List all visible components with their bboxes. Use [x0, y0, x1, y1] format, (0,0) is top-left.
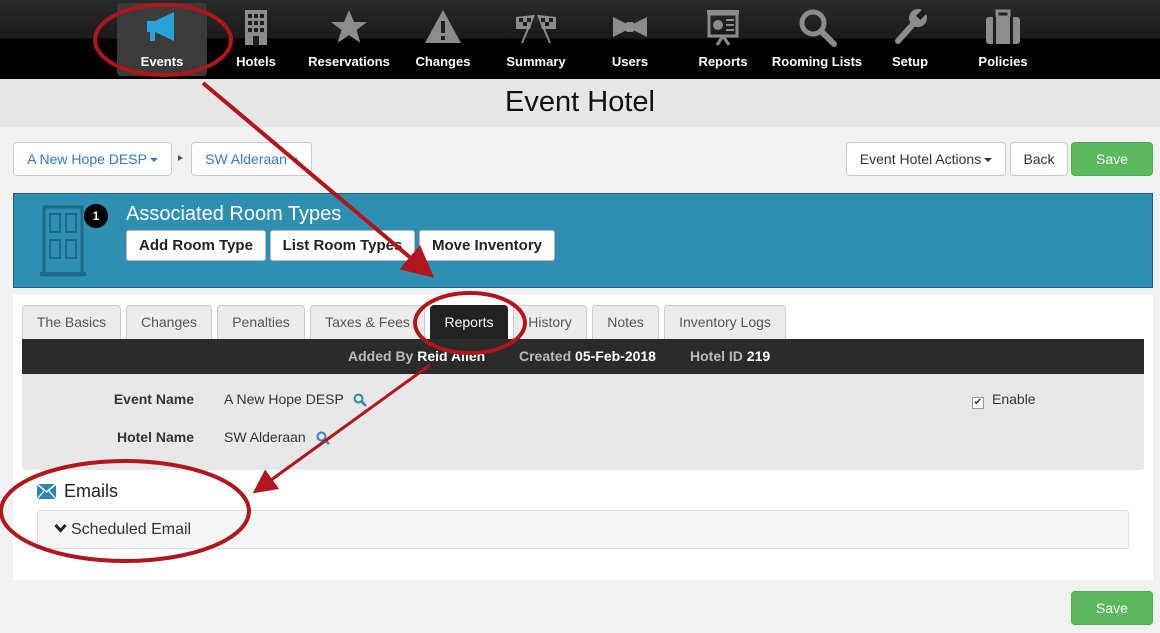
tab-inventory-logs[interactable]: Inventory Logs: [664, 305, 786, 339]
star-icon: [331, 10, 367, 43]
move-inventory-button[interactable]: Move Inventory: [419, 230, 555, 261]
presentation-icon: [707, 10, 739, 46]
add-room-type-button[interactable]: Add Room Type: [126, 230, 266, 261]
hotel-name-value: SW Alderaan: [224, 429, 330, 446]
nav-item-events[interactable]: Events: [117, 3, 207, 76]
nav-item-reports[interactable]: Reports: [678, 3, 768, 76]
caret-down-icon: [149, 158, 158, 163]
search-icon[interactable]: [353, 393, 368, 408]
nav-item-users[interactable]: Users: [585, 3, 675, 76]
emails-heading: Emails: [37, 481, 118, 502]
nav-item-changes[interactable]: Changes: [398, 3, 488, 76]
emails-heading-label: Emails: [64, 481, 119, 501]
event-hotel-actions-dropdown[interactable]: Event Hotel Actions: [846, 142, 1006, 176]
event-hotel-actions-label: Event Hotel Actions: [859, 151, 982, 167]
nav-item-rooming-lists[interactable]: Rooming Lists: [766, 3, 868, 76]
scheduled-email-accordion[interactable]: Scheduled Email: [37, 510, 1129, 549]
tab-penalties[interactable]: Penalties: [217, 305, 305, 339]
tab-history[interactable]: History: [513, 305, 587, 339]
breadcrumb-separator-icon: [178, 155, 183, 161]
warning-icon: [425, 10, 461, 43]
nav-label-summary: Summary: [506, 54, 566, 69]
event-name-value: A New Hope DESP: [224, 391, 368, 408]
save-button-bottom[interactable]: Save: [1071, 591, 1153, 625]
page-title: Event Hotel: [505, 86, 655, 118]
nav-item-hotels[interactable]: Hotels: [211, 3, 301, 76]
envelope-icon: [37, 484, 56, 499]
nav-label-policies: Policies: [978, 54, 1028, 69]
nav-label-changes: Changes: [415, 54, 471, 69]
building-icon: [245, 10, 267, 45]
associated-room-types-banner: 1 Associated Room Types Add Room Type Li…: [13, 193, 1153, 288]
nav-label-reports: Reports: [698, 54, 748, 69]
hotel-breadcrumb-label: SW Alderaan: [205, 151, 287, 167]
title-bar: Event Hotel: [0, 79, 1160, 127]
tab-notes[interactable]: Notes: [592, 305, 659, 339]
enable-checkbox[interactable]: ✔ Enable: [972, 391, 1036, 409]
search-icon[interactable]: [316, 431, 330, 446]
room-type-count-badge: 1: [84, 204, 108, 228]
nav-item-summary[interactable]: Summary: [491, 3, 581, 76]
nav-item-reservations[interactable]: Reservations: [300, 3, 398, 76]
top-navigation: Events Hotels Reservations Changes Summa…: [0, 0, 1160, 79]
save-button[interactable]: Save: [1071, 142, 1153, 176]
caret-down-icon: [984, 158, 993, 163]
record-info-bar: Added By Reid Allen Created 05-Feb-2018 …: [22, 339, 1144, 374]
nav-label-setup: Setup: [891, 54, 929, 69]
nav-label-rooming-lists: Rooming Lists: [771, 54, 863, 69]
tab-changes[interactable]: Changes: [126, 305, 212, 339]
checkered-flags-icon: [516, 14, 556, 44]
scheduled-email-header[interactable]: Scheduled Email: [54, 521, 191, 539]
list-room-types-button[interactable]: List Room Types: [270, 230, 415, 261]
check-icon[interactable]: ✔: [972, 397, 984, 409]
briefcase-icon: [986, 9, 1020, 44]
event-hotel-panel: The Basics Changes Penalties Taxes & Fee…: [13, 295, 1153, 580]
enable-label: Enable: [992, 391, 1036, 407]
wrench-icon: [895, 9, 927, 44]
chevron-down-icon: [54, 523, 67, 533]
back-button[interactable]: Back: [1010, 142, 1068, 176]
event-name-label: Event Name: [113, 391, 194, 407]
added-by-info: Added By Reid Allen: [348, 348, 486, 364]
nav-item-setup[interactable]: Setup: [865, 3, 955, 76]
bowtie-icon: [613, 17, 647, 37]
nav-label-events: Events: [140, 54, 184, 69]
tab-the-basics[interactable]: The Basics: [22, 305, 121, 339]
nav-item-policies[interactable]: Policies: [958, 3, 1048, 76]
event-breadcrumb-label: A New Hope DESP: [27, 151, 147, 167]
nav-label-hotels: Hotels: [236, 54, 276, 69]
hotel-id-info: Hotel ID 219: [690, 348, 771, 364]
magnifier-icon: [799, 9, 837, 47]
door-icon: [40, 205, 86, 277]
nav-label-reservations: Reservations: [308, 54, 390, 69]
details-section: Event Name A New Hope DESP Hotel Name SW…: [22, 374, 1144, 470]
megaphone-icon: [147, 12, 174, 41]
hotel-breadcrumb-dropdown[interactable]: SW Alderaan: [191, 142, 312, 176]
banner-title: Associated Room Types: [126, 203, 342, 225]
nav-label-users: Users: [611, 54, 649, 69]
scheduled-email-label: Scheduled Email: [71, 521, 192, 538]
tab-reports[interactable]: Reports: [430, 305, 508, 340]
tab-taxes-fees[interactable]: Taxes & Fees: [310, 305, 425, 339]
hotel-name-label: Hotel Name: [116, 429, 194, 445]
created-info: Created 05-Feb-2018: [519, 348, 656, 364]
event-breadcrumb-dropdown[interactable]: A New Hope DESP: [13, 142, 172, 176]
caret-down-icon: [289, 158, 298, 163]
